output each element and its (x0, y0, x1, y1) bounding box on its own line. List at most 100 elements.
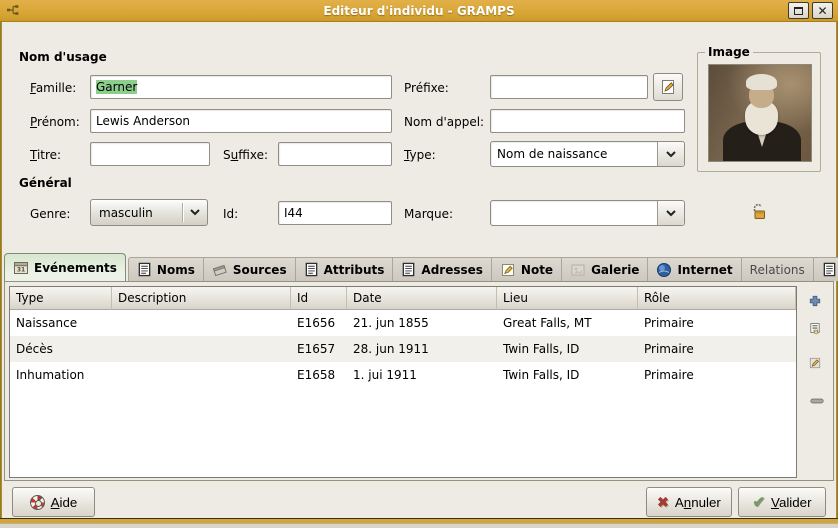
cell-id: E1658 (291, 362, 347, 388)
column-header-id[interactable]: Id (291, 287, 347, 310)
tab-sources[interactable]: Sources (204, 257, 296, 281)
genre-value: masculin (91, 206, 182, 220)
window-resize-strip[interactable] (0, 523, 838, 528)
cell-description (112, 336, 291, 362)
tab-note[interactable]: Note (492, 257, 562, 281)
photo-hair (746, 74, 777, 90)
tab-mormons[interactable]: Mormons (814, 257, 838, 281)
table-row[interactable]: Décès E1657 28. jun 1911 Twin Falls, ID … (10, 336, 796, 362)
events-tab-panel: Type Description Id Date Lieu Rôle Naiss… (4, 281, 834, 481)
genre-label: Genre: (30, 207, 70, 221)
titre-input[interactable] (90, 142, 210, 166)
tab-label: Noms (157, 263, 195, 277)
tab-label: Attributs (324, 263, 385, 277)
tab-label: Evénements (34, 261, 117, 275)
note-icon (500, 262, 516, 278)
list-icon (822, 262, 837, 277)
list-icon (137, 262, 152, 277)
tab-galerie[interactable]: Galerie (562, 257, 648, 281)
name-type-value: Nom de naissance (491, 142, 657, 166)
remove-event-button[interactable] (804, 388, 830, 414)
cell-id: E1656 (291, 310, 347, 336)
cell-lieu: Twin Falls, ID (497, 336, 638, 362)
famille-input[interactable]: Garner (90, 75, 392, 99)
prenom-input[interactable]: Lewis Anderson (90, 109, 392, 133)
edit-name-button[interactable] (653, 73, 683, 101)
lifebuoy-icon (30, 495, 45, 510)
suffixe-input[interactable] (278, 142, 392, 166)
edit-note-icon (660, 79, 676, 95)
list-icon (304, 262, 319, 277)
minus-icon (810, 397, 824, 405)
tab-label: Adresses (421, 263, 483, 277)
table-row[interactable]: Naissance E1656 21. jun 1855 Great Falls… (10, 310, 796, 336)
titre-label: Titre: (30, 148, 61, 162)
tab-label: Sources (233, 263, 287, 277)
gallery-icon (570, 262, 586, 278)
tab-adresses[interactable]: Adresses (393, 257, 492, 281)
column-header-lieu[interactable]: Lieu (497, 287, 638, 310)
ok-button-label: Valider (771, 495, 812, 510)
chevron-down-icon (666, 210, 676, 217)
marque-combo[interactable] (490, 200, 685, 226)
cell-role: Primaire (638, 336, 796, 362)
close-button[interactable]: ✕ (812, 2, 833, 19)
maximize-button[interactable] (788, 2, 809, 19)
suffixe-label: Suffixe: (223, 148, 268, 162)
help-button[interactable]: Aide (12, 487, 95, 517)
column-header-type[interactable]: Type (10, 287, 112, 310)
famille-label: Famille: (30, 81, 76, 95)
name-section-heading: Nom d'usage (19, 50, 107, 64)
marque-dropdown[interactable] (657, 201, 684, 225)
edit-event-button[interactable] (802, 350, 828, 376)
cell-lieu: Great Falls, MT (497, 310, 638, 336)
privacy-toggle[interactable] (748, 202, 768, 225)
image-frame: Image (697, 52, 821, 172)
id-input[interactable]: I44 (278, 201, 392, 225)
cell-date: 21. jun 1855 (347, 310, 497, 336)
marque-label: Marque: (404, 207, 453, 221)
cell-role: Primaire (638, 310, 796, 336)
table-row[interactable]: Inhumation E1658 1. jui 1911 Twin Falls,… (10, 362, 796, 388)
window-border-left (0, 22, 2, 518)
column-header-date[interactable]: Date (347, 287, 497, 310)
share-event-button[interactable] (802, 316, 828, 342)
cell-date: 28. jun 1911 (347, 336, 497, 362)
genre-dropdown[interactable] (183, 209, 207, 216)
chevron-down-icon (190, 209, 200, 216)
cell-date: 1. jui 1911 (347, 362, 497, 388)
marque-value (491, 201, 657, 225)
help-button-label: Aide (51, 495, 78, 510)
image-frame-label: Image (705, 45, 753, 59)
portrait-photo[interactable] (708, 64, 812, 162)
tab-relations[interactable]: Relations (742, 257, 814, 281)
cancel-button[interactable]: ✖ Annuler (646, 487, 732, 517)
events-table: Type Description Id Date Lieu Rôle Naiss… (9, 286, 797, 478)
prenom-label: Prénom: (30, 115, 80, 129)
notebook-tabs: 31 Evénements Noms Sources (4, 253, 838, 281)
lock-open-icon (748, 202, 768, 222)
chevron-down-icon (666, 151, 676, 158)
tab-evenements[interactable]: 31 Evénements (4, 253, 126, 281)
titlebar[interactable]: Editeur d'individu - GRAMPS ✕ (0, 0, 838, 22)
ok-button[interactable]: ✔ Valider (738, 487, 826, 517)
cell-description (112, 362, 291, 388)
name-type-combo[interactable]: Nom de naissance (490, 141, 685, 167)
individual-editor-window: Editeur d'individu - GRAMPS ✕ Nom d'usag… (0, 0, 838, 528)
cell-description (112, 310, 291, 336)
cell-type: Inhumation (10, 362, 112, 388)
list-icon (401, 262, 416, 277)
add-event-button[interactable] (802, 288, 828, 314)
prefixe-input[interactable] (490, 75, 648, 99)
tab-noms[interactable]: Noms (128, 257, 204, 281)
prefixe-label: Préfixe: (404, 81, 449, 95)
genre-select[interactable]: masculin (90, 199, 208, 226)
nom-appel-input[interactable] (490, 109, 685, 133)
tab-attributs[interactable]: Attributs (296, 257, 394, 281)
edit-pencil-icon (808, 352, 822, 374)
name-type-dropdown[interactable] (657, 142, 684, 166)
tab-internet[interactable]: Internet (648, 257, 741, 281)
column-header-role[interactable]: Rôle (638, 287, 796, 310)
cell-type: Naissance (10, 310, 112, 336)
column-header-description[interactable]: Description (112, 287, 291, 310)
